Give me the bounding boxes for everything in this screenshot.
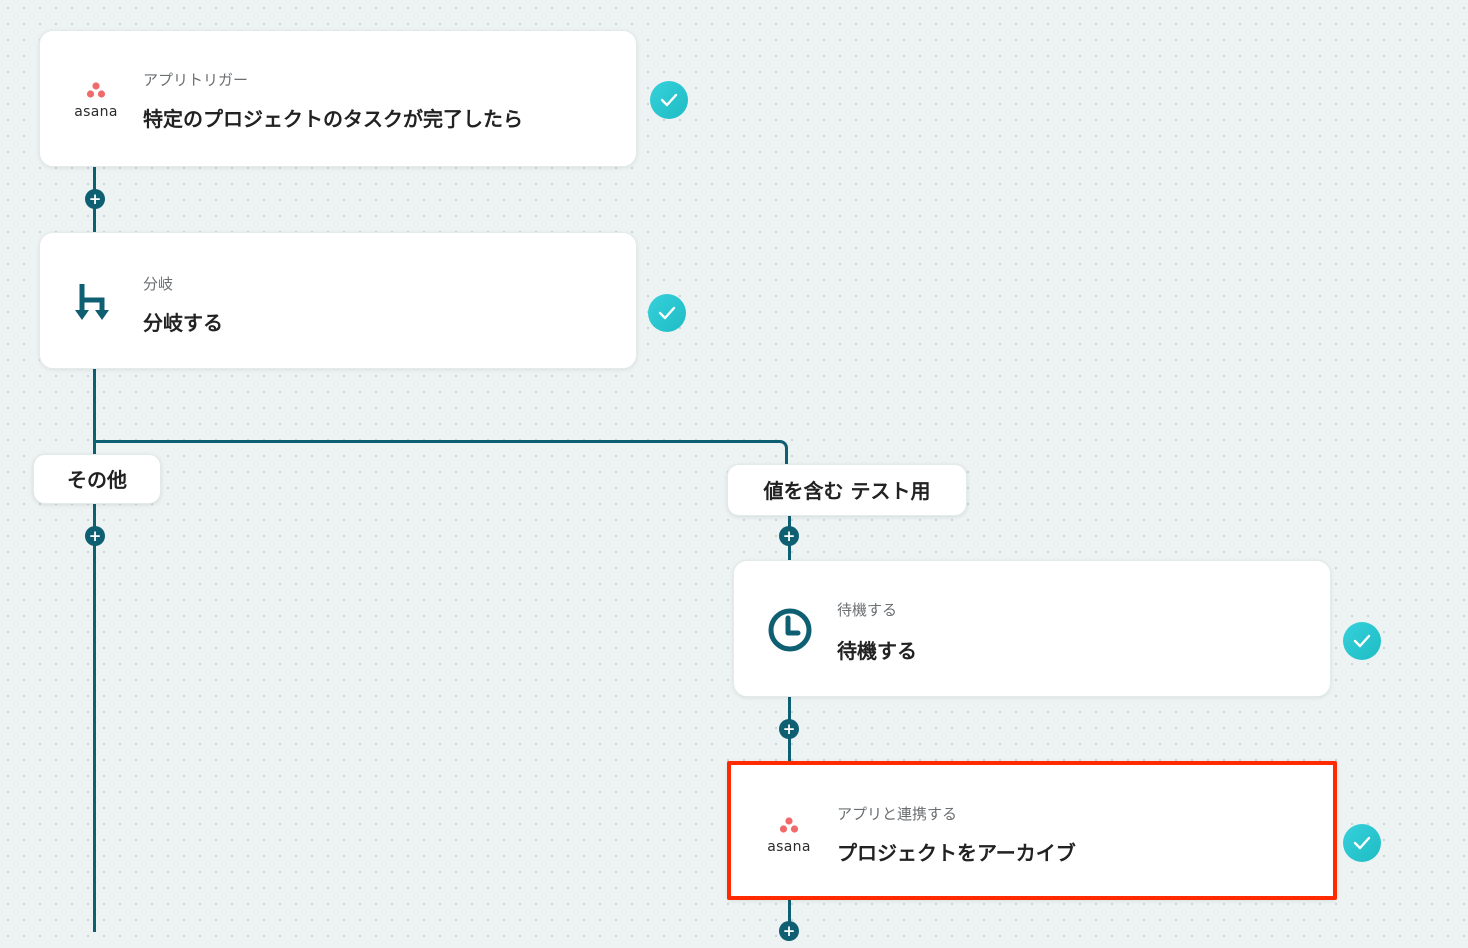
branch-icon [72,278,120,326]
step-card-branch[interactable]: 分岐 分岐する [39,232,637,369]
asana-logo-icon: asana [765,816,813,864]
step-title: 分岐する [143,311,223,335]
check-icon [1343,622,1381,660]
step-title: 待機する [837,639,917,663]
step-type-label: アプリトリガー [143,71,249,89]
branch-label-contains-value[interactable]: 値を含む テスト用 [727,464,967,516]
step-title: プロジェクトをアーカイブ [837,841,1076,865]
add-step-button[interactable]: + [85,526,105,546]
step-title: 特定のプロジェクトのタスクが完了したら [143,107,523,131]
step-card-trigger[interactable]: asana アプリトリガー 特定のプロジェクトのタスクが完了したら [39,30,637,167]
check-icon [650,81,688,119]
flow-canvas: + + + + + asana アプリトリガー 特定のプロジェクトのタスクが完了… [0,0,1468,948]
asana-logo-icon: asana [72,81,120,129]
add-step-button[interactable]: + [779,921,799,941]
branch-label-other[interactable]: その他 [33,454,161,504]
step-card-wait[interactable]: 待機する 待機する [733,560,1331,697]
branch-connector [93,440,788,480]
step-card-archive-project[interactable]: asana アプリと連携する プロジェクトをアーカイブ [727,761,1337,900]
step-type-label: 分岐 [143,275,174,293]
add-step-button[interactable]: + [779,719,799,739]
check-icon [648,294,686,332]
step-type-label: アプリと連携する [837,805,958,823]
asana-wordmark: asana [767,839,811,855]
step-type-label: 待機する [837,601,898,619]
add-step-button[interactable]: + [85,189,105,209]
clock-icon [766,606,814,654]
add-step-button[interactable]: + [779,526,799,546]
asana-wordmark: asana [74,104,118,120]
check-icon [1343,824,1381,862]
